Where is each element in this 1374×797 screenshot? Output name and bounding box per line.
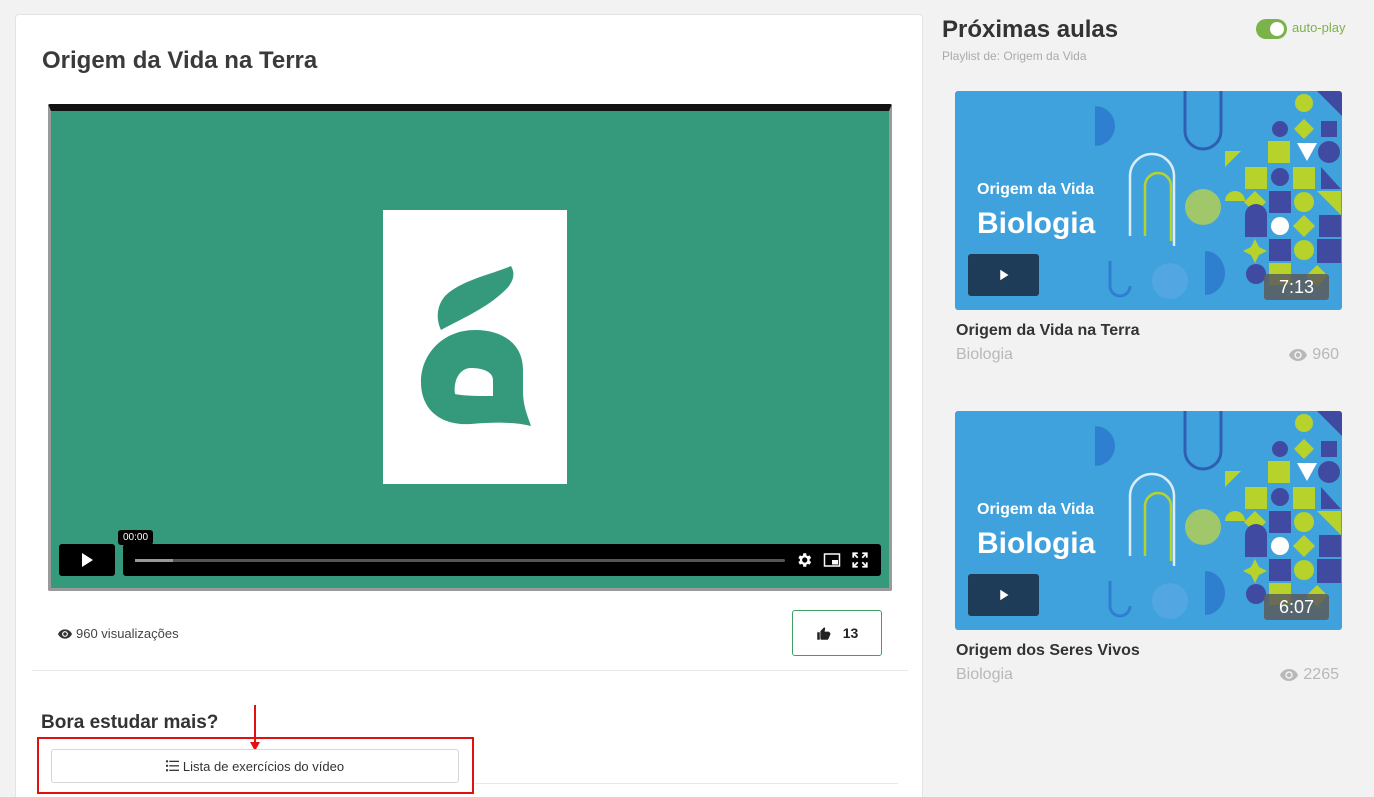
- exercise-list-label: Lista de exercícios do vídeo: [182, 758, 345, 774]
- thumbnail-subtitle: Origem da Vida: [977, 181, 1095, 198]
- list-icon: [165, 760, 179, 772]
- exercise-list-button[interactable]: Lista de exercícios do vídeo: [51, 749, 459, 783]
- lesson-category: Biologia: [956, 666, 1013, 683]
- lesson-views-count: 2265: [1303, 666, 1339, 683]
- play-button[interactable]: [59, 544, 115, 576]
- divider: [32, 670, 908, 671]
- play-icon: [999, 269, 1008, 281]
- lesson-views-count: 960: [1312, 346, 1339, 363]
- like-count: 13: [842, 625, 859, 641]
- video-views: 960 visualizações: [58, 626, 179, 641]
- autoplay-label: auto-play: [1292, 20, 1346, 35]
- seek-buffer: [135, 559, 173, 562]
- lesson-category: Biologia: [956, 346, 1013, 363]
- lesson-thumbnail[interactable]: Origem da Vida Biologia 6:07: [955, 411, 1342, 630]
- play-icon: [82, 553, 93, 567]
- thumbnail-subtitle: Origem da Vida: [977, 501, 1095, 518]
- views-count: 960 visualizações: [76, 626, 179, 641]
- thumbnail-play-button[interactable]: [968, 574, 1039, 616]
- video-duration: 7:13: [1264, 274, 1329, 300]
- like-button[interactable]: 13: [792, 610, 882, 656]
- seek-bar[interactable]: [135, 559, 785, 562]
- autoplay-toggle[interactable]: [1256, 19, 1287, 39]
- study-more-heading: Bora estudar mais?: [41, 712, 219, 733]
- lesson-thumbnail[interactable]: Origem da Vida Biologia 7:13: [955, 91, 1342, 310]
- main-card: Origem da Vida na Terra 00:00 960 visual…: [15, 14, 923, 797]
- picture-in-picture-icon[interactable]: [823, 551, 841, 569]
- play-icon: [999, 589, 1008, 601]
- lesson-title[interactable]: Origem dos Seres Vivos: [956, 642, 1140, 660]
- lesson-views: 960: [1289, 346, 1339, 364]
- thumbnail-play-button[interactable]: [968, 254, 1039, 296]
- fullscreen-icon[interactable]: [851, 551, 869, 569]
- settings-gear-icon[interactable]: [795, 551, 813, 569]
- video-logo: [383, 210, 567, 484]
- eye-icon: [1280, 669, 1299, 681]
- lesson-title[interactable]: Origem da Vida na Terra: [956, 322, 1139, 340]
- next-lessons-title: Próximas aulas: [942, 16, 1119, 43]
- control-bar: [123, 544, 881, 576]
- eye-icon: [58, 628, 72, 639]
- video-player[interactable]: 00:00: [48, 104, 892, 591]
- divider: [475, 783, 898, 784]
- playlist-label: Playlist de: Origem da Vida: [942, 49, 1087, 63]
- seek-time-tooltip: 00:00: [118, 530, 154, 549]
- video-title: Origem da Vida na Terra: [42, 47, 318, 74]
- thumbs-up-icon: [816, 626, 831, 640]
- video-duration: 6:07: [1264, 594, 1329, 620]
- eye-icon: [1289, 349, 1308, 361]
- lesson-views: 2265: [1280, 666, 1339, 684]
- thumbnail-title: Biologia: [977, 207, 1096, 240]
- thumbnail-title: Biologia: [977, 527, 1096, 560]
